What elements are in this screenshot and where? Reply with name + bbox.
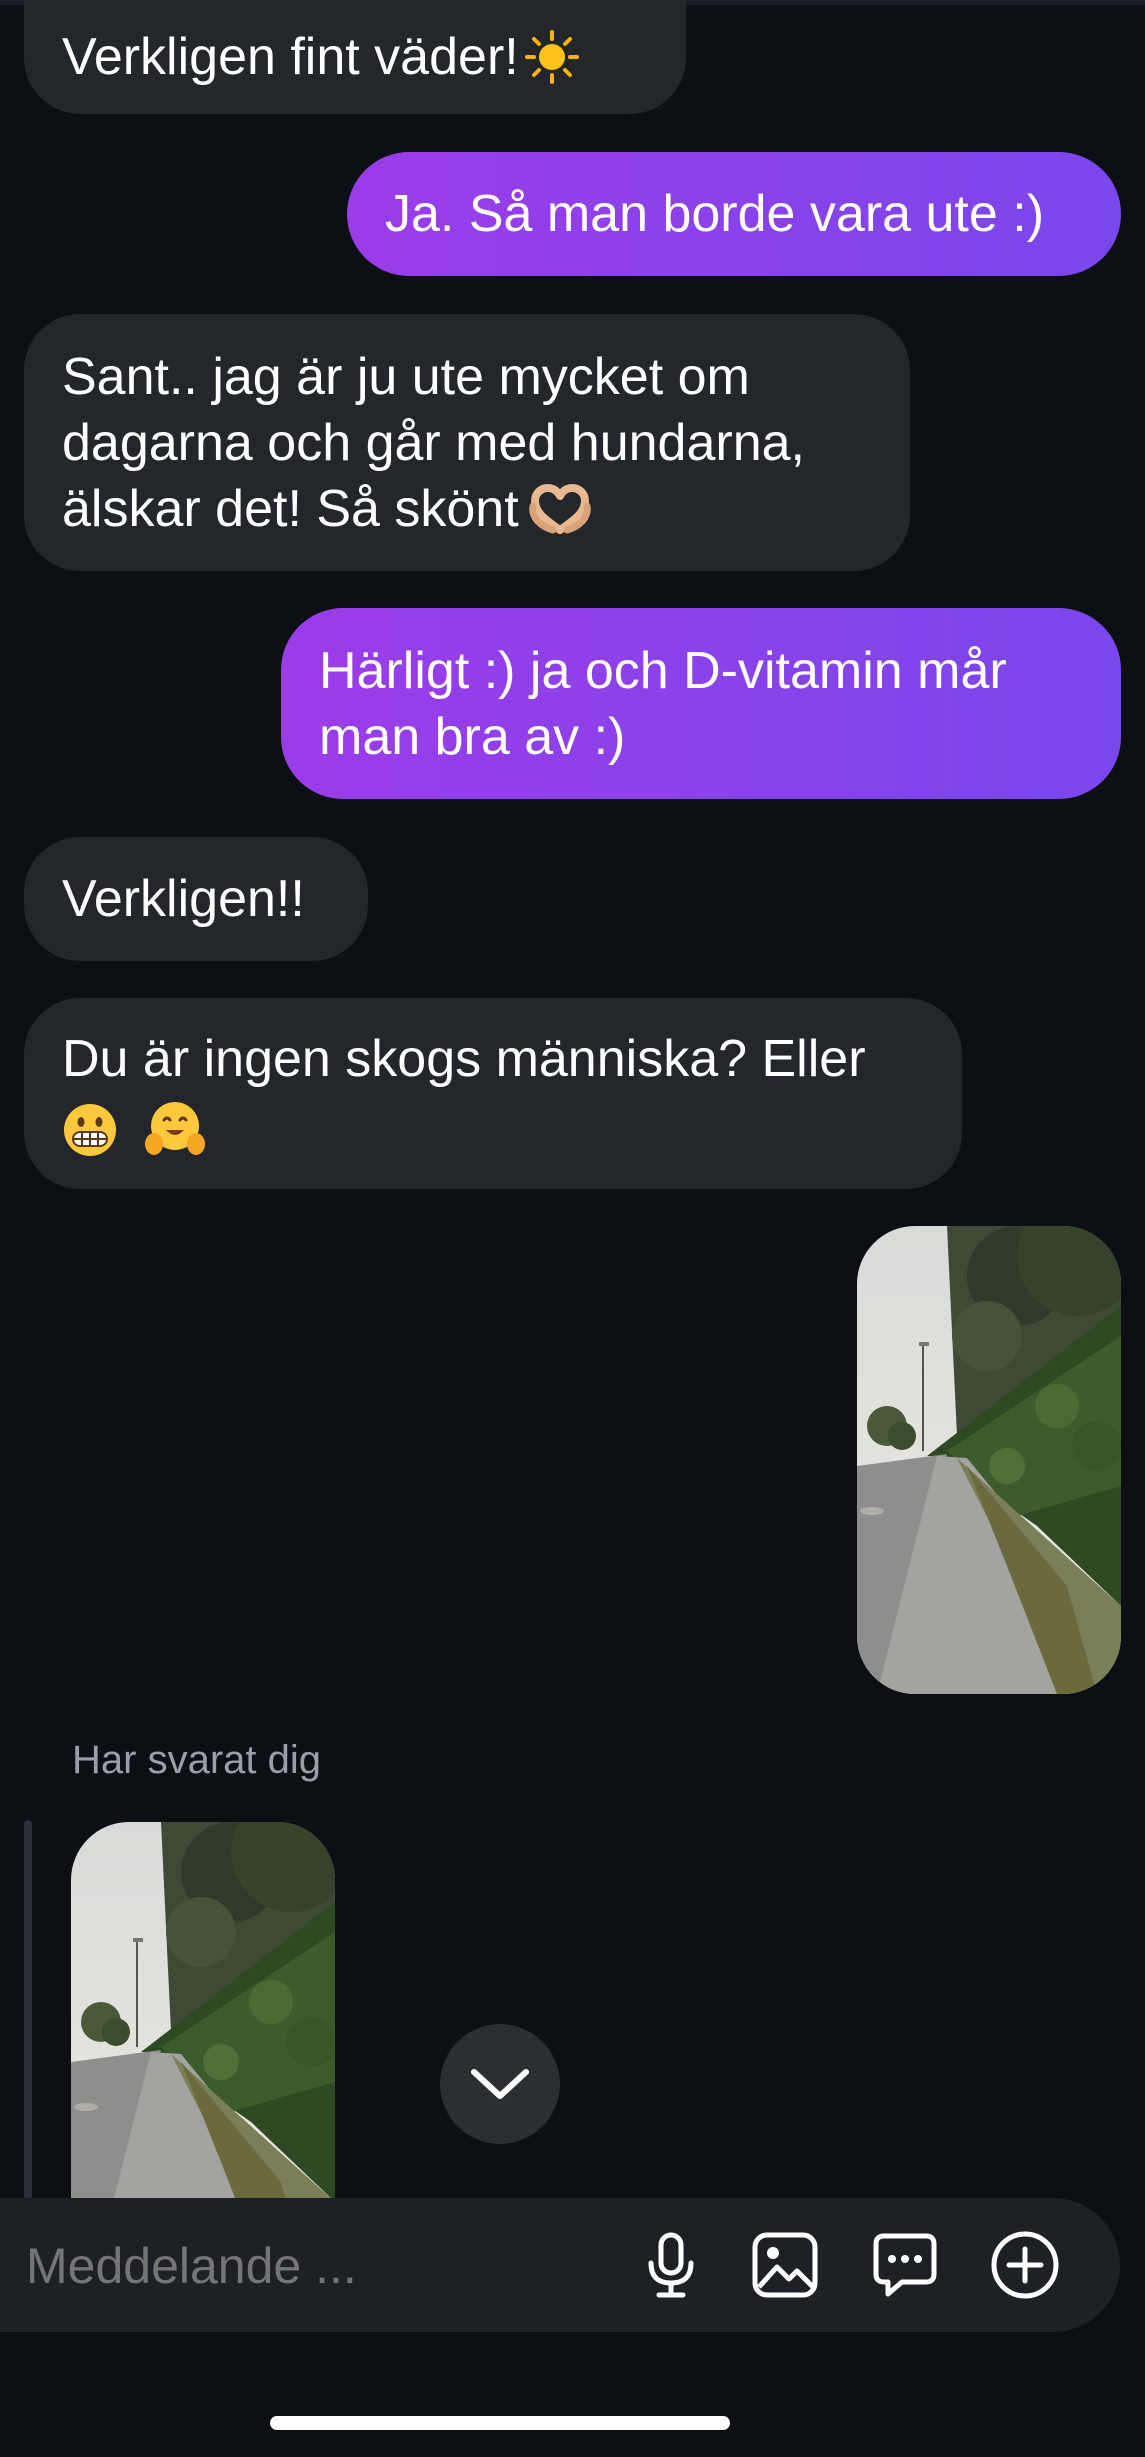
heart-hands-emoji [528,483,591,534]
sticker-button[interactable] [869,2229,941,2301]
incoming-message[interactable]: Verkligen!! [24,837,368,961]
message-body: Du är ingen skogs människa? Eller [62,1026,866,1164]
outgoing-message[interactable]: Härligt :) ja och D-vitamin mår man bra … [281,608,1121,799]
message-text: Verkligen!! [62,870,305,928]
sun-emoji [524,30,579,84]
message-text: Du är ingen skogs människa? Eller [62,1030,866,1088]
add-circle-icon [991,2231,1059,2299]
microphone-button[interactable] [635,2229,707,2301]
message-text: Verkligen fint väder! [62,28,519,86]
chevron-down-icon [471,2069,529,2099]
reply-indicator-bar [24,1820,32,2200]
message-composer [0,2198,1120,2332]
emoji-row [62,1098,866,1164]
path-photo-image [71,1822,335,2198]
chat-bubble-icon [873,2233,937,2297]
incoming-message[interactable]: Sant.. jag är ju ute mycket om dagarna o… [24,314,910,571]
message-input[interactable] [24,2232,588,2300]
incoming-message[interactable]: Verkligen fint väder! [24,0,686,114]
gallery-button[interactable] [749,2229,821,2301]
outgoing-message[interactable]: Ja. Så man borde vara ute :) [347,152,1121,276]
microphone-icon [648,2232,694,2298]
scroll-to-bottom-button[interactable] [440,2024,560,2144]
more-options-button[interactable] [989,2229,1061,2301]
reply-photo[interactable] [71,1822,335,2198]
message-text: Ja. Så man borde vara ute :) [385,185,1045,243]
incoming-message[interactable]: Du är ingen skogs människa? Eller [24,998,962,1189]
message-text: Sant.. jag är ju ute mycket om dagarna o… [62,347,805,538]
reply-label: Har svarat dig [72,1738,321,1782]
photo-message[interactable] [857,1226,1121,1694]
path-photo-image [857,1226,1121,1694]
message-text: Härligt :) ja och D-vitamin mår man bra … [319,641,1007,766]
home-indicator[interactable] [270,2416,730,2430]
hugging-face-emoji [144,1100,206,1156]
image-icon [752,2232,818,2298]
grimacing-face-emoji [62,1102,118,1158]
